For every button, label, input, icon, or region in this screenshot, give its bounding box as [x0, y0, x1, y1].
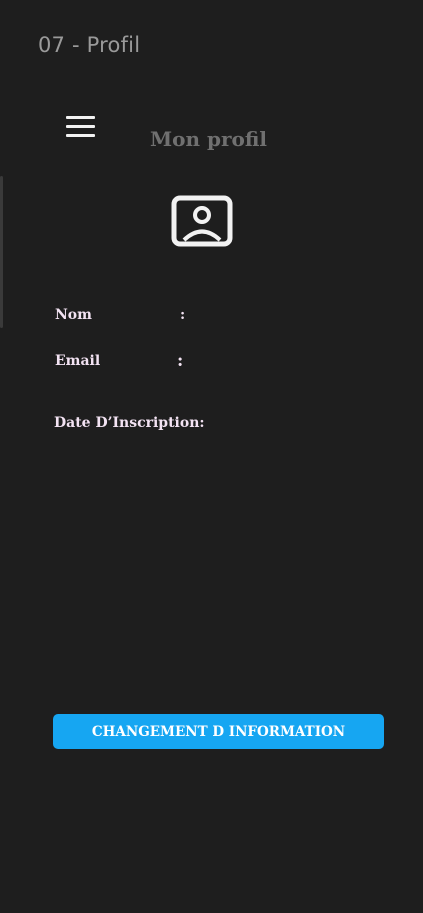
change-information-button[interactable]: CHANGEMENT D INFORMATION [53, 714, 384, 749]
profile-screen: 07 - Profil Mon profil Nom : Email : Dat… [0, 0, 423, 913]
name-separator: : [180, 307, 186, 323]
menu-line [66, 125, 95, 128]
name-label: Nom [55, 307, 92, 323]
signup-date-label: Date D’Inscription: [54, 415, 205, 431]
menu-line [66, 116, 95, 119]
hamburger-menu-icon[interactable] [66, 116, 96, 140]
menu-line [66, 134, 95, 137]
page-title: Mon profil [150, 127, 267, 151]
email-separator: : [177, 351, 184, 371]
frame-title: 07 - Profil [38, 33, 141, 57]
email-label: Email [55, 353, 101, 369]
change-information-button-label: CHANGEMENT D INFORMATION [91, 723, 346, 740]
scroll-handle[interactable] [0, 176, 3, 328]
user-portrait-icon [171, 195, 233, 247]
